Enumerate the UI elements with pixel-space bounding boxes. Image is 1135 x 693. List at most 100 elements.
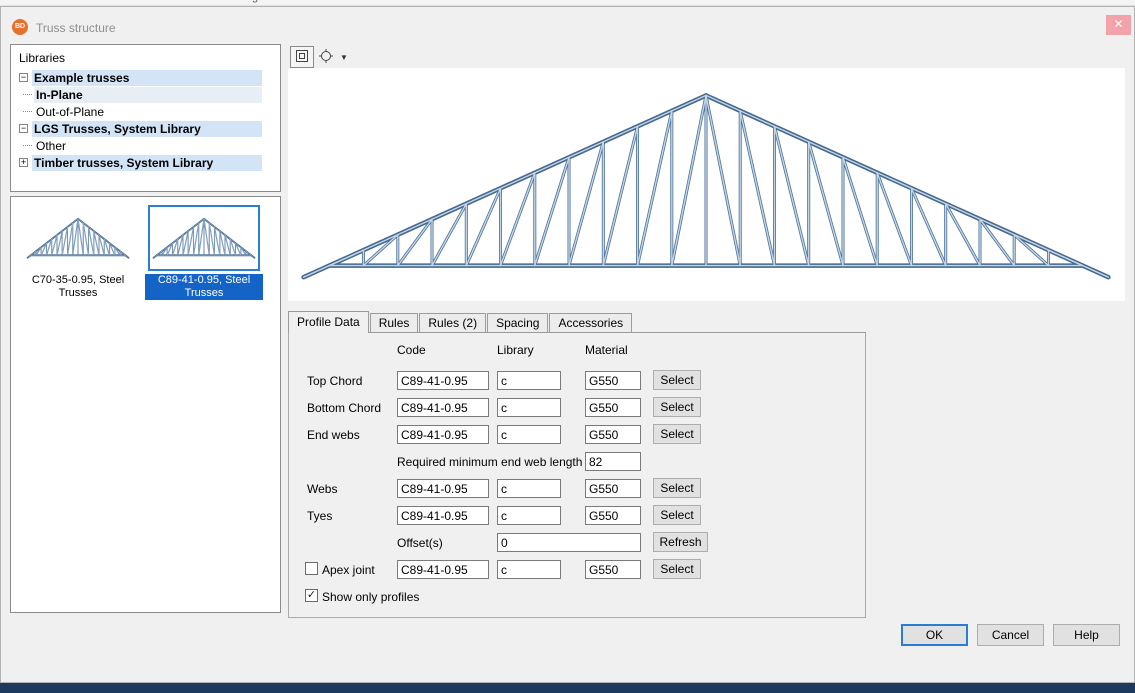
end-webs-material-input[interactable] [585, 425, 641, 444]
library-tree-item-example-trusses[interactable]: −Example trusses [11, 69, 280, 86]
tab-accessories[interactable]: Accessories [549, 313, 632, 332]
close-button[interactable]: ✕ [1106, 15, 1131, 35]
fit-view-button[interactable] [290, 46, 314, 68]
library-tree-label: Example trusses [32, 70, 262, 86]
collapse-icon[interactable]: − [19, 124, 28, 133]
library-tree-item-out-of-plane[interactable]: Out-of-Plane [11, 103, 280, 120]
top-chord-material-input[interactable] [585, 371, 641, 390]
refresh-button[interactable]: Refresh [653, 532, 708, 552]
form-row-bottom-chord: Bottom Chord Select [289, 396, 865, 423]
collapse-icon[interactable]: − [19, 73, 28, 82]
column-header-code: Code [397, 343, 426, 357]
form-row-apex-joint: Apex joint Select [289, 558, 865, 585]
apex-joint-checkbox[interactable] [305, 562, 318, 575]
library-tree-item-timber-trusses-system-library[interactable]: +Timber trusses, System Library [11, 154, 280, 171]
library-tree-label: Out-of-Plane [34, 104, 262, 120]
tyes-select-button[interactable]: Select [653, 505, 701, 525]
truss-thumbnail-label: C89-41-0.95, Steel Trusses [145, 274, 263, 300]
apex-joint-material-input[interactable] [585, 560, 641, 579]
profile-data-pane: Code Library Material Top ChordSelectBot… [288, 333, 866, 618]
tab-strip: Profile DataRulesRules (2)SpacingAccesso… [288, 311, 866, 333]
tab-profile-data[interactable]: Profile Data [288, 311, 369, 333]
truss-thumbnail-c70-35-0-95-steel-trusses[interactable]: C70-35-0.95, Steel Trusses [17, 205, 139, 300]
tab-spacing[interactable]: Spacing [487, 313, 548, 332]
column-header-material: Material [585, 343, 628, 357]
apex-joint-code-input[interactable] [397, 560, 489, 579]
truss-preview-area [288, 68, 1125, 301]
form-row-required-minimum-end-web-length: Required minimum end web length [289, 450, 865, 477]
end-web-length-input[interactable] [585, 452, 641, 471]
form-row-top-chord: Top Chord Select [289, 369, 865, 396]
tyes-library-input[interactable] [497, 506, 561, 525]
end-webs-code-input[interactable] [397, 425, 489, 444]
webs-library-input[interactable] [497, 479, 561, 498]
truss-preview-image [292, 73, 1120, 300]
tab-rules-2[interactable]: Rules (2) [419, 313, 486, 332]
libraries-panel: Libraries −Example trussesIn-PlaneOut-of… [10, 44, 281, 192]
preview-toolbar: ▼ [290, 45, 350, 69]
end-webs-library-input[interactable] [497, 425, 561, 444]
app-icon: BD [12, 19, 28, 35]
apex-joint-label: Apex joint [322, 563, 375, 577]
tyes-label: Tyes [307, 509, 332, 523]
background-menubar: Discon Point clouds Drafting W3S [30, 0, 1135, 3]
end-webs-select-button[interactable]: Select [653, 424, 701, 444]
background-menu-item: Discon [30, 0, 64, 3]
library-tree: −Example trussesIn-PlaneOut-of-Plane−LGS… [11, 69, 280, 171]
column-header-library: Library [497, 343, 534, 357]
top-chord-code-input[interactable] [397, 371, 489, 390]
fit-view-icon [294, 48, 310, 67]
help-button[interactable]: Help [1053, 624, 1120, 646]
view-options-button[interactable] [314, 46, 338, 68]
form-row-end-webs: End webs Select [289, 423, 865, 450]
show-only-profiles-label: Show only profiles [322, 590, 419, 604]
truss-thumbnail-c89-41-0-95-steel-trusses[interactable]: C89-41-0.95, Steel Trusses [143, 205, 265, 300]
top-chord-select-button[interactable]: Select [653, 370, 701, 390]
form-row-webs: Webs Select [289, 477, 865, 504]
form-row-tyes: Tyes Select [289, 504, 865, 531]
tyes-code-input[interactable] [397, 506, 489, 525]
bottom-chord-library-input[interactable] [497, 398, 561, 417]
end-webs-label: End webs [307, 428, 360, 442]
library-tree-label: In-Plane [34, 87, 262, 103]
bottom-chord-code-input[interactable] [397, 398, 489, 417]
top-chord-library-input[interactable] [497, 371, 561, 390]
apex-joint-select-button[interactable]: Select [653, 559, 701, 579]
library-tree-label: LGS Trusses, System Library [32, 121, 262, 137]
bottom-chord-label: Bottom Chord [307, 401, 381, 415]
cancel-button[interactable]: Cancel [977, 624, 1044, 646]
view-options-icon [318, 48, 334, 67]
webs-select-button[interactable]: Select [653, 478, 701, 498]
bottom-chord-material-input[interactable] [585, 398, 641, 417]
libraries-title: Libraries [19, 51, 65, 65]
expand-icon[interactable]: + [19, 158, 28, 167]
library-tree-item-lgs-trusses-system-library[interactable]: −LGS Trusses, System Library [11, 120, 280, 137]
required-minimum-end-web-length-label: Required minimum end web length [397, 455, 582, 469]
form-row-offset-s: Offset(s)Refresh [289, 531, 865, 558]
webs-material-input[interactable] [585, 479, 641, 498]
tab-rules[interactable]: Rules [370, 313, 419, 332]
show-only-profiles-checkbox[interactable] [305, 589, 318, 602]
library-tree-item-in-plane[interactable]: In-Plane [11, 86, 280, 103]
taskbar [0, 683, 1135, 693]
offset-input[interactable] [497, 533, 641, 552]
apex-joint-library-input[interactable] [497, 560, 561, 579]
window-title: Truss structure [36, 21, 116, 35]
background-menu-item: Point clouds [112, 0, 172, 3]
title-bar: BD Truss structure ✕ [0, 6, 1135, 36]
ok-button[interactable]: OK [901, 624, 968, 646]
truss-thumbnail-image [148, 205, 260, 271]
bottom-chord-select-button[interactable]: Select [653, 397, 701, 417]
top-chord-label: Top Chord [307, 374, 362, 388]
background-menu-item: Drafting [220, 0, 259, 3]
truss-thumbnail-image [22, 205, 134, 271]
thumbnails-panel: C70-35-0.95, Steel TrussesC89-41-0.95, S… [10, 196, 281, 613]
tyes-material-input[interactable] [585, 506, 641, 525]
webs-label: Webs [307, 482, 337, 496]
webs-code-input[interactable] [397, 479, 489, 498]
form-row-show-only-profiles: Show only profiles [289, 585, 865, 612]
background-menu-item: W3S [306, 0, 330, 3]
library-tree-item-other[interactable]: Other [11, 137, 280, 154]
thumbnail-list: C70-35-0.95, Steel TrussesC89-41-0.95, S… [17, 205, 269, 300]
view-options-dropdown-arrow-icon[interactable]: ▼ [338, 46, 350, 68]
